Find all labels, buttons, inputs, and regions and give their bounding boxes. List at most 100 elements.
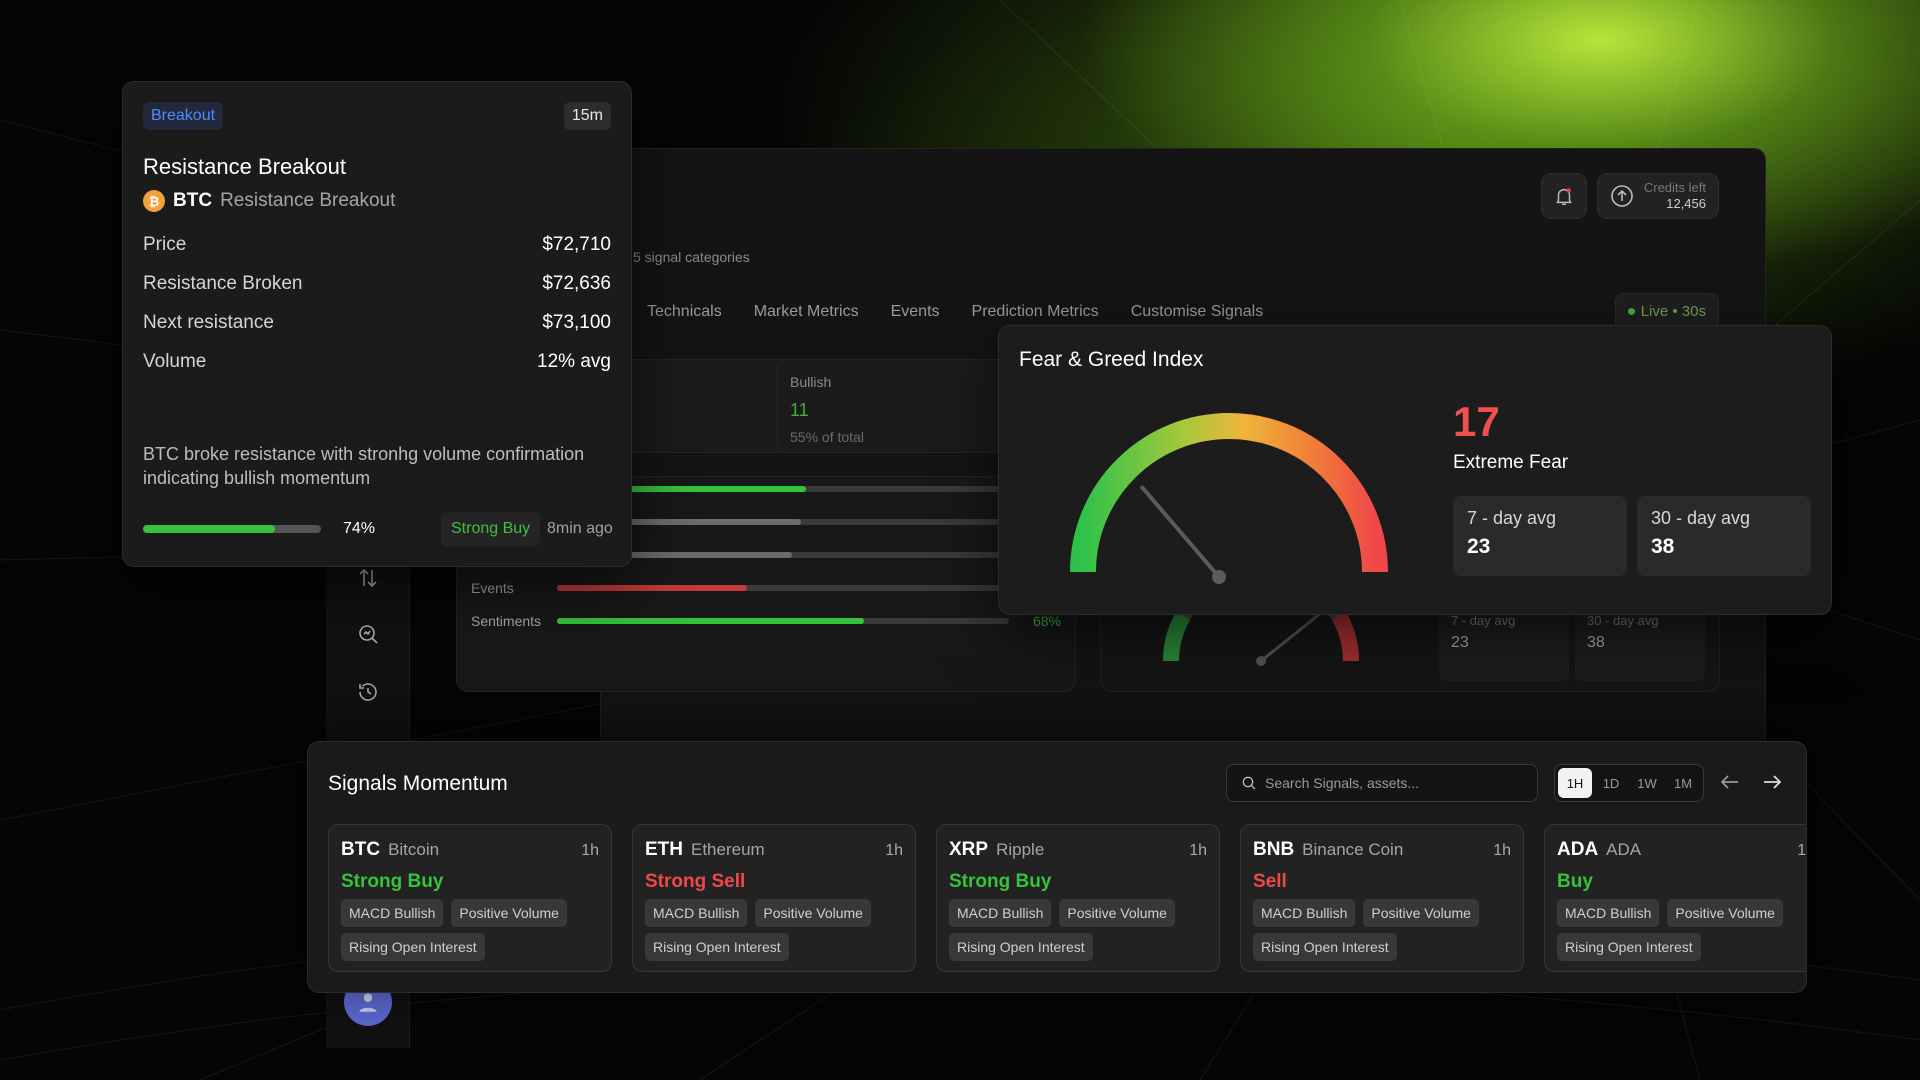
signal-tag: Positive Volume — [755, 899, 871, 927]
avg-30-value: 38 — [1587, 634, 1605, 651]
signal-card-btc[interactable]: BTC Bitcoin 1h Strong Buy MACD Bullish Positi… — [328, 824, 612, 972]
metric-row-next-resistance: Next resistance $73,100 — [143, 312, 611, 351]
signal-badge: Strong Buy — [441, 512, 541, 546]
fear-greed-gauge — [1070, 413, 1388, 584]
tab-technicals[interactable]: Technicals — [647, 303, 722, 321]
signal-tag: Rising Open Interest — [341, 933, 485, 961]
signal-tags: MACD Bullish Positive Volume Rising Open I… — [341, 899, 599, 961]
timeframe-badge: 15m — [563, 102, 611, 130]
tab-events[interactable]: Events — [891, 303, 940, 321]
signal-tags: MACD Bullish Positive Volume Rising Open I… — [1253, 899, 1511, 961]
confidence-bar — [143, 525, 321, 533]
gauge-needle — [1140, 485, 1221, 579]
gauge-arc — [1070, 413, 1388, 573]
signal-action: Sell — [1253, 871, 1287, 892]
range-1w[interactable]: 1W — [1630, 768, 1664, 798]
signal-symbol: BNB — [1253, 839, 1295, 860]
signal-asset-name: ADA — [1606, 840, 1642, 859]
metric-row-resistance-broken: Resistance Broken $72,636 — [143, 273, 611, 312]
metric-label: Next resistance — [143, 312, 274, 333]
signal-tag: MACD Bullish — [949, 899, 1052, 927]
avg-7-label: 7 - day avg — [1451, 613, 1516, 628]
signal-tags: MACD Bullish Positive Volume Rising Open I… — [645, 899, 903, 961]
stat-label: Bullish — [790, 374, 832, 390]
signal-action: Strong Buy — [949, 871, 1052, 892]
credits-label: Credits left — [1643, 180, 1706, 195]
live-label: Live • 30s — [1640, 302, 1706, 320]
signal-timeframe: 1h — [1797, 842, 1806, 859]
arrow-right-icon[interactable] — [1760, 770, 1784, 794]
category-tabs: Technicals Market Metrics Events Predict… — [647, 303, 1263, 321]
avg-30-label: 30 - day avg — [1651, 508, 1751, 528]
bitcoin-icon: ₿ — [143, 190, 165, 212]
category-label: Sentiments — [471, 613, 542, 629]
range-1m[interactable]: 1M — [1666, 768, 1700, 798]
avg-7-label: 7 - day avg — [1467, 508, 1557, 528]
arrow-left-icon[interactable] — [1718, 770, 1742, 794]
signal-tag: Positive Volume — [1059, 899, 1175, 927]
tab-prediction-metrics[interactable]: Prediction Metrics — [972, 303, 1099, 321]
category-track — [557, 585, 1009, 591]
metric-row-price: Price $72,710 — [143, 234, 611, 273]
signal-tag: MACD Bullish — [645, 899, 748, 927]
time-ago: 8min ago — [547, 520, 613, 537]
category-label: Events — [471, 580, 514, 596]
live-badge: Live • 30s — [1614, 293, 1719, 329]
gauge-pivot — [1212, 570, 1226, 584]
avg-7-value: 23 — [1467, 535, 1491, 558]
search-input[interactable]: Search Signals, assets... — [1226, 764, 1538, 802]
fear-greed-label: Extreme Fear — [1453, 452, 1569, 473]
bell-icon — [1556, 188, 1572, 205]
category-bar-row: Events42% — [471, 578, 1061, 598]
signals-title: Signals Momentum — [328, 772, 508, 795]
signal-symbol: ADA — [1557, 839, 1599, 860]
signal-action: Buy — [1557, 871, 1593, 892]
tab-customise-signals[interactable]: Customise Signals — [1131, 303, 1264, 321]
signal-tag: Rising Open Interest — [1253, 933, 1397, 961]
signal-tag: MACD Bullish — [1253, 899, 1356, 927]
category-bar-row: Sentiments 68% — [471, 611, 1061, 631]
breakout-asset: ₿ BTC Resistance Breakout — [143, 190, 395, 212]
signal-card-eth[interactable]: ETH Ethereum 1h Strong Sell MACD Bullish Posi… — [632, 824, 916, 972]
signal-cards: BTC Bitcoin 1h Strong Buy MACD Bullish Positi… — [328, 824, 1806, 974]
tab-market-metrics[interactable]: Market Metrics — [754, 303, 859, 321]
signal-asset-name: Bitcoin — [388, 840, 440, 859]
fear-greed-value: 17 — [1453, 398, 1500, 445]
signal-timeframe: 1h — [1493, 842, 1511, 859]
fear-greed-title: Fear & Greed Index — [1019, 348, 1204, 371]
upgrade-icon — [1611, 185, 1633, 207]
signal-timeframe: 1h — [1189, 842, 1207, 859]
range-1h[interactable]: 1H — [1558, 768, 1592, 798]
avg-30-label: 30 - day avg — [1587, 613, 1659, 628]
sort-icon[interactable] — [356, 566, 380, 590]
confidence-fill — [143, 525, 275, 533]
breakout-title: Resistance Breakout — [143, 154, 346, 179]
category-pct: 68% — [1032, 613, 1061, 629]
signal-action: Strong Sell — [645, 871, 746, 892]
signal-symbol: XRP — [949, 839, 989, 860]
signal-tag: MACD Bullish — [1557, 899, 1660, 927]
signal-card-ada[interactable]: ADA ADA 1h Buy MACD BullishPositive Volume Ri… — [1544, 824, 1806, 972]
signal-asset-name: Binance Coin — [1302, 840, 1404, 859]
breakout-card[interactable]: Breakout 15m Resistance Breakout ₿ BTC R… — [122, 81, 632, 567]
signal-symbol: BTC — [341, 839, 381, 860]
signal-tags: MACD Bullish Positive Volume Rising Open I… — [1557, 899, 1806, 961]
signal-tag: Positive Volume — [1363, 899, 1479, 927]
avg-7-box: 7 - day avg 23 — [1453, 496, 1627, 576]
avg-7-value: 23 — [1451, 634, 1469, 651]
metric-value: $73,100 — [542, 312, 611, 333]
confidence-value: 74% — [343, 520, 376, 537]
signal-card-xrp[interactable]: XRP Ripple 1h Strong Buy MACD Bullish Positiv… — [936, 824, 1220, 972]
signal-asset-name: Ripple — [996, 840, 1045, 859]
metric-label: Volume — [143, 351, 207, 372]
notifications-button[interactable] — [1540, 173, 1587, 219]
range-selector: 1H 1D 1W 1M — [1554, 764, 1704, 802]
search-icon — [1242, 776, 1256, 790]
signal-card-bnb[interactable]: BNB Binance Coin 1h Sell MACD Bullish Positiv… — [1240, 824, 1524, 972]
signal-tag: Rising Open Interest — [1557, 933, 1701, 961]
history-icon[interactable] — [356, 680, 380, 704]
credits-button[interactable]: Credits left 12,456 — [1596, 173, 1719, 219]
signal-timeframe: 1h — [581, 842, 599, 859]
search-analytics-icon[interactable] — [356, 622, 380, 646]
range-1d[interactable]: 1D — [1594, 768, 1628, 798]
